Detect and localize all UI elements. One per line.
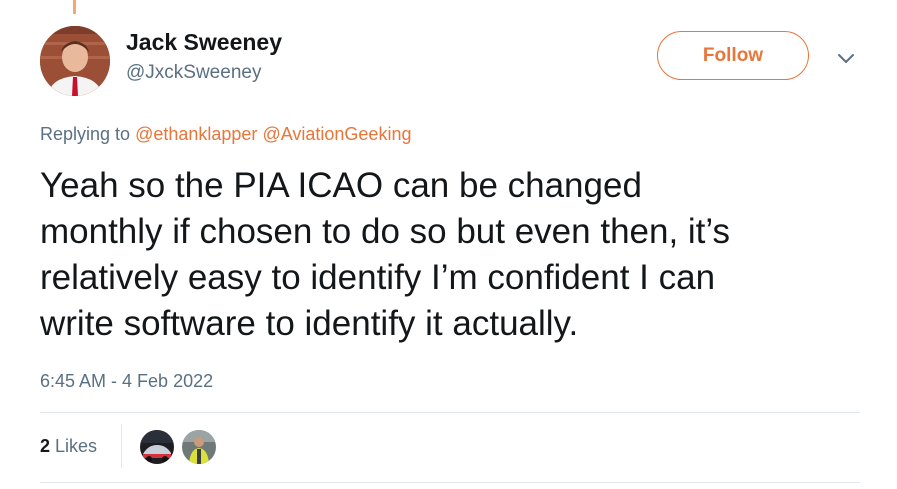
author-avatar[interactable] bbox=[40, 26, 110, 96]
tweet-text: Yeah so the PIA ICAO can be changed mont… bbox=[40, 163, 870, 347]
likes-count[interactable]: 2 Likes bbox=[40, 436, 97, 457]
follow-button[interactable]: Follow bbox=[657, 31, 809, 80]
divider bbox=[40, 412, 860, 413]
author-name[interactable]: Jack Sweeney bbox=[126, 29, 282, 56]
liker-avatar-image bbox=[182, 430, 216, 464]
likes-number: 2 bbox=[40, 436, 51, 456]
likes-separator bbox=[121, 424, 122, 468]
bottom-divider bbox=[40, 482, 860, 483]
tweet-text-line: monthly if chosen to do so but even then… bbox=[40, 212, 731, 251]
tweet-text-line: relatively easy to identify I’m confiden… bbox=[40, 258, 716, 297]
liker-avatar-image bbox=[140, 430, 174, 464]
chevron-down-icon[interactable] bbox=[834, 46, 858, 70]
avatar-image bbox=[40, 26, 110, 96]
author-handle[interactable]: @JxckSweeney bbox=[126, 62, 261, 84]
liker-avatar[interactable] bbox=[140, 430, 174, 464]
tweet-text-line: Yeah so the PIA ICAO can be changed bbox=[40, 166, 642, 205]
tweet-timestamp[interactable]: 6:45 AM - 4 Feb 2022 bbox=[40, 371, 213, 392]
replying-to-label: Replying to bbox=[40, 124, 136, 144]
thread-connector-line bbox=[73, 0, 76, 14]
liker-avatar[interactable] bbox=[182, 430, 216, 464]
replying-to-line: Replying to @ethanklapper @AviationGeeki… bbox=[40, 124, 411, 145]
mention-link[interactable]: @AviationGeeking bbox=[262, 124, 411, 144]
tweet-card: Jack Sweeney @JxckSweeney Follow Replyin… bbox=[0, 0, 897, 489]
tweet-text-line: write software to identify it actually. bbox=[40, 304, 579, 343]
mention-link[interactable]: @ethanklapper bbox=[135, 124, 257, 144]
likes-label: Likes bbox=[55, 436, 98, 456]
